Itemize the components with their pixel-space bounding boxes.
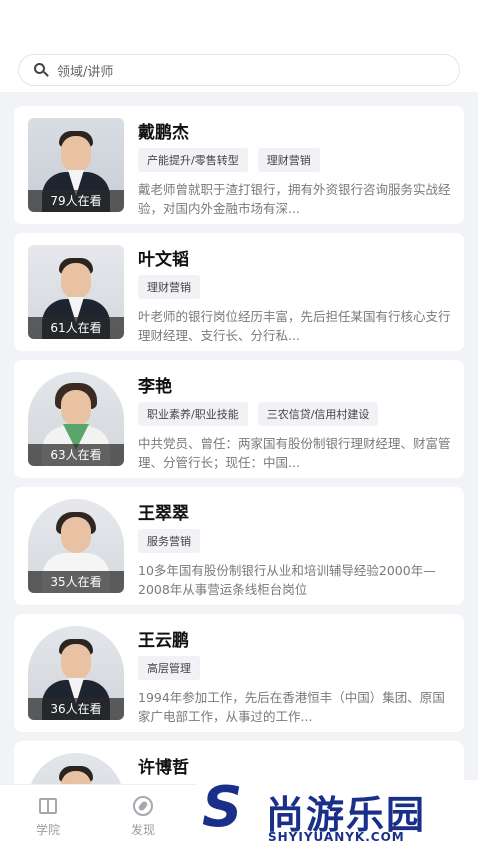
lecturer-card[interactable]: 36人在看 王云鹏 高层管理 1994年参加工作，先后在香港恒丰（中国）集团、原… bbox=[14, 614, 464, 732]
tab-discover[interactable]: 发现 bbox=[113, 795, 173, 838]
lecturer-tag: 产能提升/零售转型 bbox=[138, 148, 248, 172]
lecturer-description: 中共党员、曾任：两家国有股份制银行理财经理、财富管理、分管行长；现任：中国... bbox=[138, 436, 451, 470]
search-icon bbox=[33, 62, 49, 78]
viewer-count: 36人在看 bbox=[28, 698, 124, 720]
lecturer-description: 叶老师的银行岗位经历丰富，先后担任某国有行核心支行理财经理、支行长、分行私... bbox=[138, 309, 451, 343]
lecturer-name: 王云鹏 bbox=[138, 631, 189, 651]
search-bar[interactable]: 领域/讲师 bbox=[18, 54, 460, 86]
lecturer-description: 10多年国有股份制银行从业和培训辅导经验2000年—2008年从事营运条线柜台岗… bbox=[138, 563, 436, 597]
compass-icon bbox=[131, 795, 155, 817]
lecturer-tag: 服务营销 bbox=[138, 529, 200, 553]
watermark-url: SHYIYUANYK.COM bbox=[268, 830, 405, 844]
lecturer-name: 王翠翠 bbox=[138, 504, 189, 524]
tab-academy-label: 学院 bbox=[35, 823, 60, 837]
top-bar: 领域/讲师 bbox=[0, 0, 478, 92]
viewer-count: 79人在看 bbox=[28, 190, 124, 212]
lecturer-photo: 63人在看 bbox=[28, 372, 124, 466]
lecturer-card[interactable]: 63人在看 李艳 职业素养/职业技能 三农信贷/信用村建设 中共党员、曾任：两家… bbox=[14, 360, 464, 478]
lecturer-photo: 79人在看 bbox=[28, 118, 124, 212]
viewer-count: 63人在看 bbox=[28, 444, 124, 466]
lecturer-photo: 35人在看 bbox=[28, 499, 124, 593]
tab-academy[interactable]: 学院 bbox=[18, 795, 78, 838]
watermark: S 尚游乐园 SHYIYUANYK.COM bbox=[196, 780, 478, 850]
lecturer-name: 李艳 bbox=[138, 377, 172, 397]
book-icon bbox=[36, 795, 60, 817]
lecturer-name: 叶文韬 bbox=[138, 250, 189, 270]
tab-discover-label: 发现 bbox=[130, 823, 155, 837]
lecturer-card[interactable]: 79人在看 戴鹏杰 产能提升/零售转型 理财营销 戴老师曾就职于渣打银行，拥有外… bbox=[14, 106, 464, 224]
watermark-logo-icon: S bbox=[202, 775, 243, 840]
viewer-count: 35人在看 bbox=[28, 571, 124, 593]
viewer-count: 61人在看 bbox=[28, 317, 124, 339]
lecturer-description: 戴老师曾就职于渣打银行，拥有外资银行咨询服务实战经验，对国内外金融市场有深... bbox=[138, 182, 451, 216]
lecturer-photo: 36人在看 bbox=[28, 626, 124, 720]
lecturer-name: 许博哲 bbox=[138, 758, 189, 778]
lecturer-tag: 理财营销 bbox=[257, 148, 320, 172]
lecturer-tag: 理财营销 bbox=[138, 275, 200, 299]
lecturer-card[interactable]: 61人在看 叶文韬 理财营销 叶老师的银行岗位经历丰富，先后担任某国有行核心支行… bbox=[14, 233, 464, 351]
lecturer-tag: 高层管理 bbox=[138, 656, 200, 680]
lecturer-photo: 61人在看 bbox=[28, 245, 124, 339]
search-placeholder[interactable]: 领域/讲师 bbox=[57, 61, 113, 80]
lecturer-name: 戴鹏杰 bbox=[138, 123, 189, 143]
lecturer-tag: 三农信贷/信用村建设 bbox=[257, 402, 379, 426]
lecturer-description: 1994年参加工作，先后在香港恒丰（中国）集团、原国家广电部工作，从事过的工作.… bbox=[138, 690, 445, 724]
lecturer-tag: 职业素养/职业技能 bbox=[138, 402, 248, 426]
lecturer-card[interactable]: 35人在看 王翠翠 服务营销 10多年国有股份制银行从业和培训辅导经验2000年… bbox=[14, 487, 464, 605]
